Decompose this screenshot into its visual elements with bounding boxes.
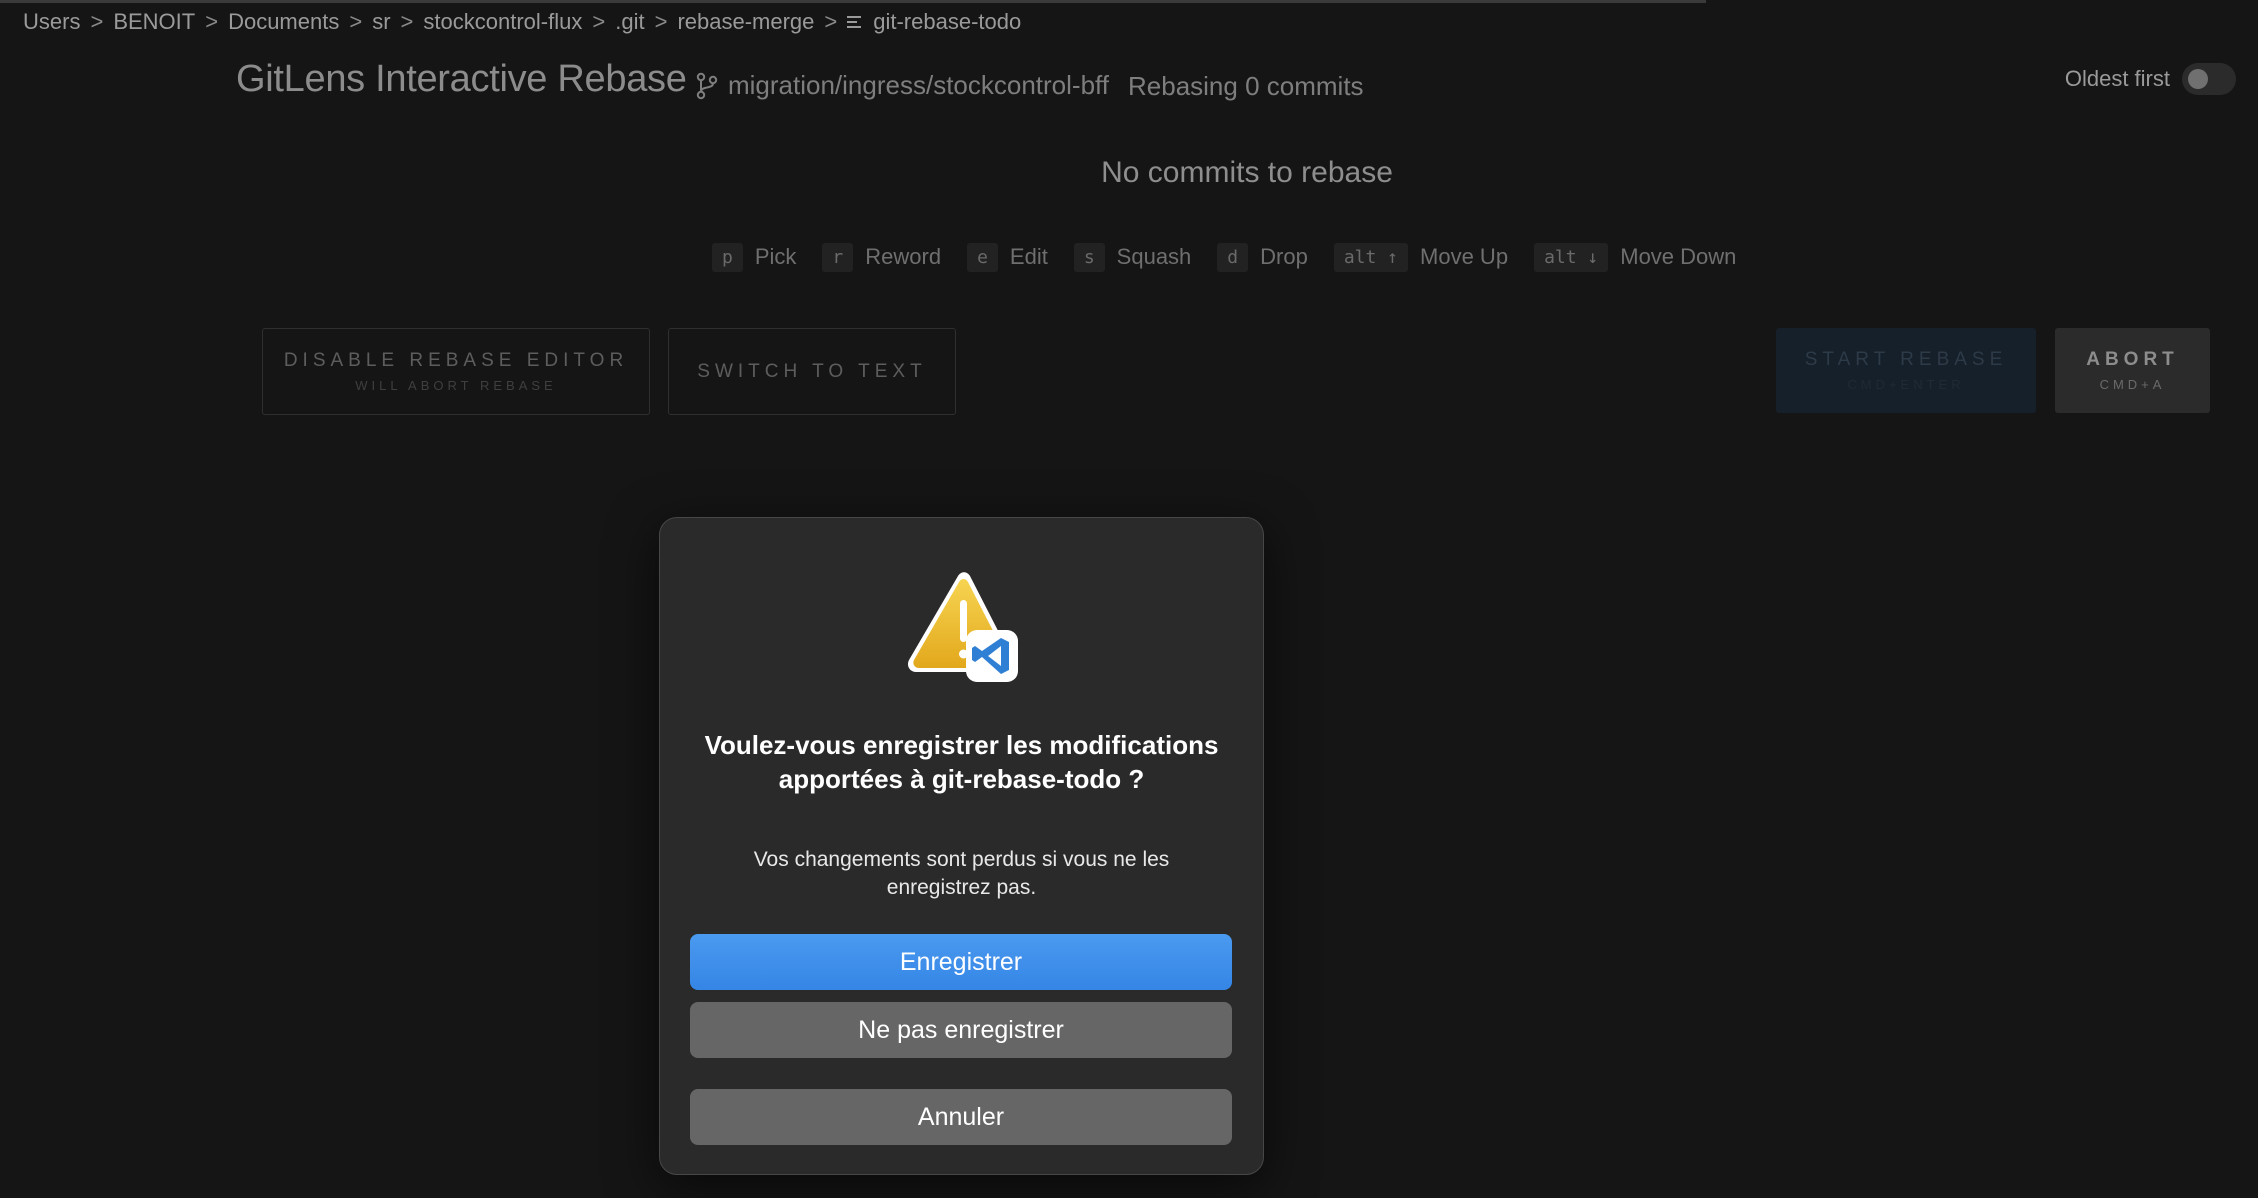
shortcut-key: p [712, 242, 743, 272]
shortcut-label: Drop [1260, 244, 1308, 269]
save-button[interactable]: Enregistrer [690, 934, 1232, 990]
shortcut-move-up: alt ↑ Move Up [1333, 242, 1509, 272]
breadcrumb-item[interactable]: BENOIT [113, 9, 195, 35]
shortcut-label: Move Down [1620, 244, 1737, 269]
cancel-button[interactable]: Annuler [690, 1089, 1232, 1145]
shortcut-key: alt ↑ [1333, 242, 1409, 272]
shortcut-edit: e Edit [967, 242, 1048, 272]
button-sublabel: WILL ABORT REBASE [355, 378, 557, 393]
toggle-knob [2188, 69, 2208, 89]
shortcut-key: alt ↓ [1534, 242, 1609, 272]
breadcrumb-item[interactable]: stockcontrol-flux [423, 9, 582, 35]
breadcrumb-item[interactable]: Documents [228, 9, 339, 35]
shortcut-label: Reword [865, 244, 942, 269]
disable-rebase-editor-button[interactable]: DISABLE REBASE EDITOR WILL ABORT REBASE [262, 328, 650, 415]
shortcut-label: Pick [754, 244, 797, 269]
shortcut-key: d [1217, 242, 1249, 272]
start-rebase-button[interactable]: START REBASE CMD+ENTER [1776, 328, 2036, 413]
warning-vscode-icon [907, 572, 1018, 682]
git-branch-icon [696, 72, 718, 99]
oldest-first-toggle[interactable] [2182, 63, 2236, 95]
branch-label: migration/ingress/stockcontrol-bff [728, 70, 1110, 100]
button-sublabel: CMD+A [2099, 377, 2166, 392]
dont-save-button[interactable]: Ne pas enregistrer [690, 1002, 1232, 1058]
chevron-right-icon: > [592, 9, 606, 34]
shortcut-move-down: alt ↓ Move Down [1534, 242, 1737, 272]
empty-message: No commits to rebase [1101, 156, 1393, 189]
shortcut-key: r [822, 242, 854, 272]
file-lines-icon [847, 14, 863, 30]
shortcut-key: e [967, 242, 998, 272]
chevron-right-icon: > [400, 9, 414, 34]
progress-bar [0, 0, 1706, 3]
shortcut-drop: d Drop [1217, 242, 1308, 272]
switch-to-text-button[interactable]: SWITCH TO TEXT [668, 328, 956, 415]
chevron-right-icon: > [349, 9, 363, 34]
breadcrumb-file[interactable]: git-rebase-todo [873, 9, 1021, 35]
breadcrumb-item[interactable]: sr [372, 9, 390, 35]
button-label: START REBASE [1804, 349, 2008, 370]
shortcut-reword: r Reword [822, 242, 942, 272]
button-sublabel: CMD+ENTER [1847, 377, 1965, 392]
chevron-right-icon: > [205, 9, 219, 34]
rebasing-status: Rebasing 0 commits [1128, 71, 1364, 101]
chevron-right-icon: > [824, 9, 838, 34]
breadcrumb: Users > BENOIT > Documents > sr > stockc… [23, 6, 1021, 38]
shortcut-hints: p Pick r Reword e Edit s Squash d Drop a… [712, 240, 1762, 274]
breadcrumb-item[interactable]: Users [23, 9, 80, 35]
branch-name: migration/ingress/stockcontrol-bff [696, 70, 1109, 101]
chevron-right-icon: > [90, 9, 104, 34]
dialog-message: Vos changements sont perdus si vous ne l… [753, 848, 1170, 899]
shortcut-pick: p Pick [712, 242, 797, 272]
button-label: ABORT [2086, 349, 2179, 370]
button-label: SWITCH TO TEXT [697, 360, 927, 382]
shortcut-squash: s Squash [1073, 242, 1192, 272]
save-changes-dialog: Voulez-vous enregistrer les modification… [659, 517, 1264, 1175]
oldest-first-label: Oldest first [2064, 66, 2170, 91]
shortcut-label: Edit [1009, 244, 1048, 269]
breadcrumb-item[interactable]: rebase-merge [677, 9, 814, 35]
shortcut-key: s [1073, 242, 1105, 272]
page-title: GitLens Interactive Rebase [236, 58, 687, 100]
shortcut-label: Squash [1116, 244, 1192, 269]
chevron-right-icon: > [654, 9, 668, 34]
screen: Users > BENOIT > Documents > sr > stockc… [0, 0, 2258, 1198]
shortcut-label: Move Up [1420, 244, 1509, 269]
abort-button[interactable]: ABORT CMD+A [2055, 328, 2210, 413]
button-label: DISABLE REBASE EDITOR [283, 350, 629, 371]
dialog-title: Voulez-vous enregistrer les modification… [704, 730, 1219, 794]
breadcrumb-item[interactable]: .git [615, 9, 644, 35]
